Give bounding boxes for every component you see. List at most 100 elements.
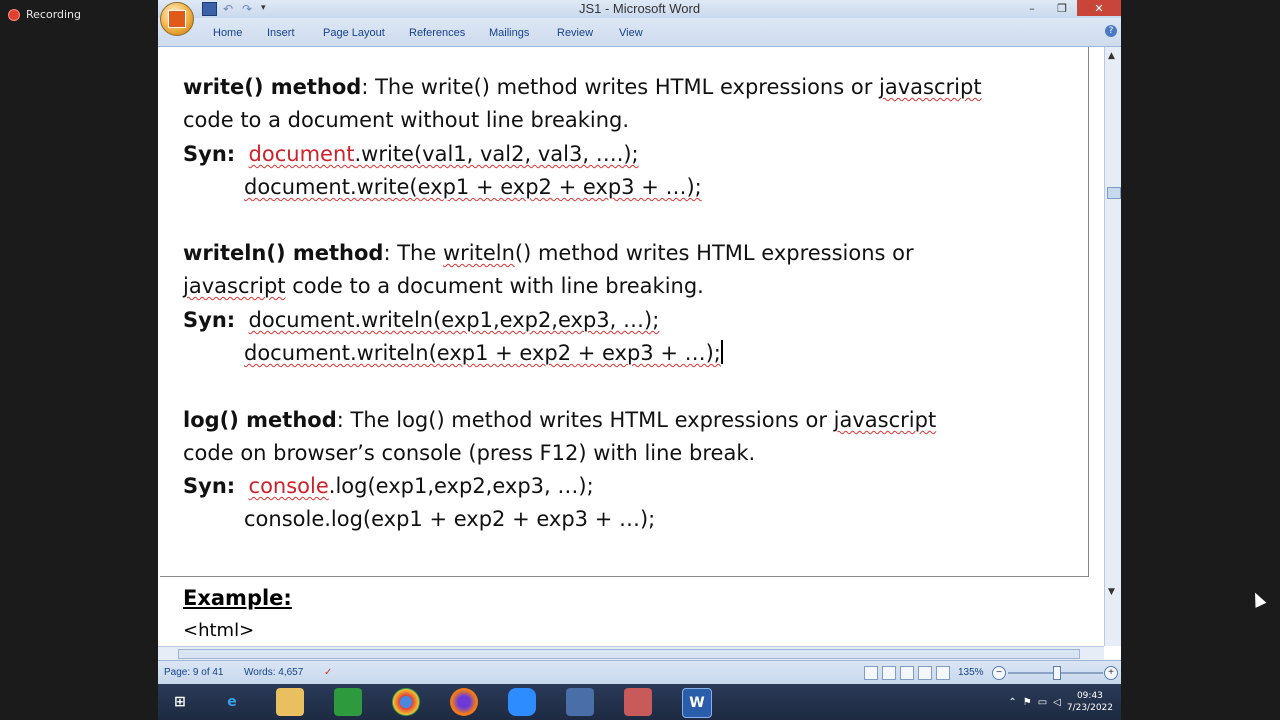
office-logo-icon	[168, 10, 186, 28]
tab-mailings[interactable]: Mailings	[489, 27, 529, 39]
office-button[interactable]	[160, 2, 194, 36]
syntax-code: document.write(exp1 + exp2 + exp3 + …);	[244, 175, 702, 199]
spelling-mark: javascript	[879, 75, 982, 99]
paint-icon[interactable]	[624, 688, 652, 716]
horizontal-scrollbar[interactable]	[158, 646, 1104, 661]
store-icon[interactable]	[334, 688, 362, 716]
word-window: ↶ ↷ ▾ JS1 - Microsoft Word – ❐ ✕ Home In…	[158, 0, 1121, 718]
start-icon[interactable]: ⊞	[166, 688, 194, 716]
write-method-heading: write() method	[183, 75, 362, 99]
clock[interactable]: 09:43 7/23/2022	[1067, 690, 1113, 714]
network-icon[interactable]: ▭	[1038, 697, 1047, 708]
web-layout-icon[interactable]	[900, 666, 914, 680]
taskbar: ⊞ e W ⌃ ⚑ ▭ ◁ 09:43 7/23/2022	[158, 684, 1121, 720]
help-icon[interactable]: ?	[1105, 25, 1117, 37]
tray-expand-icon[interactable]: ⌃	[1008, 697, 1016, 708]
write-method-line2: code to a document without line breaking…	[183, 108, 630, 132]
draft-icon[interactable]	[936, 666, 950, 680]
write-desc: : The write() method writes HTML express…	[361, 75, 880, 99]
zoom-level[interactable]: 135%	[958, 667, 984, 678]
log-syntax-1: Syn: console.log(exp1,exp2,exp3, …);	[183, 470, 594, 503]
writeln-syntax-2: document.writeln(exp1 + exp2 + exp3 + …)…	[244, 337, 723, 370]
zoom-slider-knob[interactable]	[1053, 666, 1061, 680]
app-icon[interactable]	[566, 688, 594, 716]
syntax-code: .write(val1, val2, val3, ….);	[354, 142, 639, 166]
log-method-line2: code on browser’s console (press F12) wi…	[183, 441, 756, 465]
recording-label: Recording	[26, 8, 82, 21]
writeln-method-heading: writeln() method	[183, 241, 384, 265]
record-icon	[8, 8, 20, 21]
chrome-icon[interactable]	[392, 688, 420, 716]
syntax-label: Syn:	[183, 474, 236, 498]
zoom-app-icon[interactable]	[508, 688, 536, 716]
close-button[interactable]: ✕	[1077, 0, 1121, 16]
write-syntax-2: document.write(exp1 + exp2 + exp3 + …);	[244, 171, 702, 204]
hscroll-thumb[interactable]	[178, 649, 1080, 659]
flag-icon[interactable]: ⚑	[1023, 697, 1032, 708]
zoom-out-icon[interactable]: −	[992, 666, 1006, 680]
text-cursor	[720, 340, 723, 364]
log-syntax-2: console.log(exp1 + exp2 + exp3 + …);	[244, 507, 656, 531]
ie-icon[interactable]: e	[218, 688, 246, 716]
red-keyword: document	[248, 142, 355, 166]
syntax-label: Syn:	[183, 308, 236, 332]
scroll-thumb[interactable]	[1107, 187, 1121, 199]
write-method-line1: write() method: The write() method write…	[183, 71, 982, 104]
log-desc: : The log() method writes HTML expressio…	[336, 408, 834, 432]
writeln-desc-2: () method writes HTML expressions or	[514, 241, 914, 265]
proofing-icon[interactable]: ✓	[324, 667, 332, 678]
window-controls: – ❐ ✕	[1017, 0, 1121, 16]
writeln-syntax-1: Syn: document.writeln(exp1,exp2,exp3, …)…	[183, 304, 659, 337]
writeln-desc-3: code to a document with line breaking.	[285, 274, 704, 298]
word-count[interactable]: Words: 4,657	[244, 667, 303, 678]
word-icon[interactable]: W	[682, 688, 712, 718]
clock-date: 7/23/2022	[1066, 703, 1113, 713]
syntax-label: Syn:	[183, 142, 236, 166]
red-keyword: console	[248, 474, 329, 498]
syntax-code: .log(exp1,exp2,exp3, …);	[328, 474, 594, 498]
recording-indicator: Recording	[8, 8, 81, 21]
status-bar: Page: 9 of 41 Words: 4,657 ✓ 135% − +	[158, 660, 1121, 685]
writeln-method-line2: javascript code to a document with line …	[183, 270, 704, 303]
full-screen-icon[interactable]	[882, 666, 896, 680]
mouse-pointer-icon	[1249, 590, 1267, 608]
zoom-in-icon[interactable]: +	[1104, 666, 1118, 680]
title-bar: ↶ ↷ ▾ JS1 - Microsoft Word – ❐ ✕	[158, 0, 1121, 18]
tab-view[interactable]: View	[619, 27, 643, 39]
write-syntax-1: Syn: document.write(val1, val2, val3, ….…	[183, 138, 639, 171]
restore-button[interactable]: ❐	[1047, 0, 1077, 16]
writeln-method-line1: writeln() method: The writeln() method w…	[183, 237, 914, 270]
volume-icon[interactable]: ◁	[1053, 697, 1061, 708]
tab-references[interactable]: References	[409, 27, 465, 39]
page-count[interactable]: Page: 9 of 41	[164, 667, 224, 678]
minimize-button[interactable]: –	[1017, 0, 1047, 16]
system-tray: ⌃ ⚑ ▭ ◁ 09:43 7/23/2022	[1008, 684, 1121, 720]
tab-page-layout[interactable]: Page Layout	[323, 27, 385, 39]
outline-icon[interactable]	[918, 666, 932, 680]
spelling-mark: javascript	[183, 274, 286, 298]
html-tag-line: <html>	[183, 620, 255, 641]
log-method-line1: log() method: The log() method writes HT…	[183, 404, 936, 437]
document-page-next[interactable]: Example: <html>	[160, 578, 1088, 646]
ribbon-tabs: Home Insert Page Layout References Maili…	[158, 18, 1121, 47]
example-heading: Example:	[183, 586, 292, 610]
syntax-code: document.writeln(exp1,exp2,exp3, …);	[248, 308, 660, 332]
print-layout-icon[interactable]	[864, 666, 878, 680]
document-page[interactable]: write() method: The write() method write…	[160, 47, 1089, 577]
window-title: JS1 - Microsoft Word	[578, 1, 701, 16]
spelling-mark: writeln	[442, 241, 515, 265]
log-method-heading: log() method	[183, 408, 337, 432]
tab-insert[interactable]: Insert	[267, 27, 295, 39]
writeln-desc: : The	[383, 241, 443, 265]
spelling-mark: javascript	[833, 408, 937, 432]
tab-home[interactable]: Home	[213, 27, 242, 39]
scroll-up-icon[interactable]: ▲	[1108, 51, 1115, 61]
view-buttons	[864, 666, 950, 680]
folder-icon[interactable]	[276, 688, 304, 716]
firefox-icon[interactable]	[450, 688, 478, 716]
scroll-down-icon[interactable]: ▼	[1108, 587, 1115, 597]
syntax-code: document.writeln(exp1 + exp2 + exp3 + …)…	[244, 341, 721, 365]
tab-review[interactable]: Review	[557, 27, 593, 39]
clock-time: 09:43	[1076, 691, 1103, 701]
vertical-scrollbar[interactable]: ▲ ▼	[1104, 47, 1121, 646]
